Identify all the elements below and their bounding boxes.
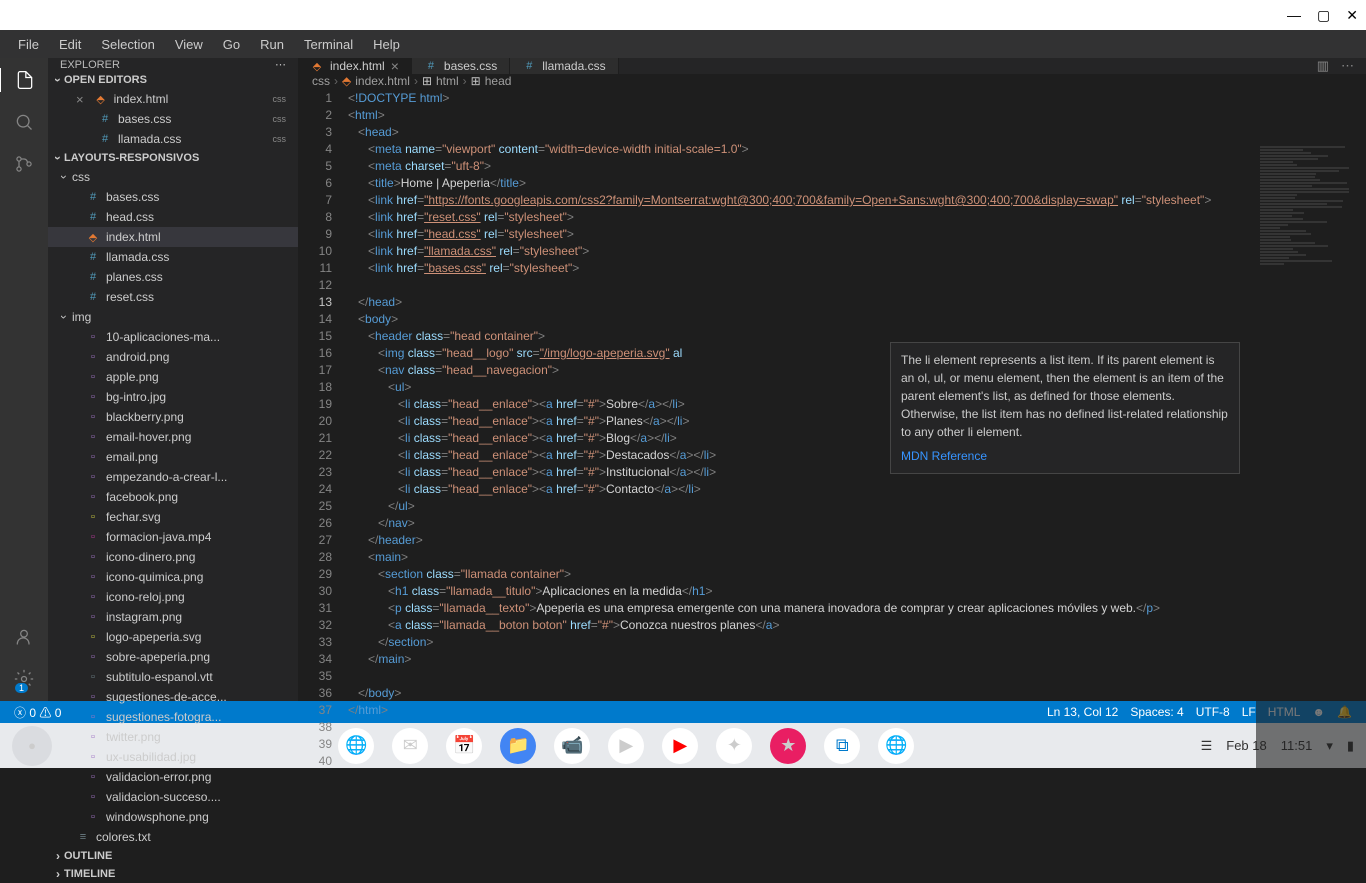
file-head-css[interactable]: #head.css — [48, 207, 298, 227]
hover-text: The li element represents a list item. I… — [901, 351, 1229, 441]
open-editor-bases[interactable]: #bases.csscss — [48, 109, 298, 129]
file-item[interactable]: ▫logo-apeperia.svg — [48, 627, 298, 647]
file-item[interactable]: ▫empezando-a-crear-l... — [48, 467, 298, 487]
folder-css[interactable]: css — [48, 167, 298, 187]
section-workspace[interactable]: LAYOUTS-RESPONSIVOS — [48, 149, 298, 167]
file-item[interactable]: ▫email-hover.png — [48, 427, 298, 447]
close-icon[interactable]: × — [72, 92, 88, 107]
menu-help[interactable]: Help — [363, 33, 410, 56]
titlebar: — ▢ ✕ — [0, 0, 1366, 30]
maximize-button[interactable]: ▢ — [1317, 7, 1330, 24]
section-outline[interactable]: OUTLINE — [48, 847, 298, 865]
menu-selection[interactable]: Selection — [91, 33, 164, 56]
breadcrumb[interactable]: css› ⬘index.html› ⊞html› ⊞head — [298, 74, 1366, 88]
tab-index-html[interactable]: ⬘index.html× — [298, 58, 412, 74]
sidebar: EXPLORER ⋯ OPEN EDITORS ×⬘index.htmlcss … — [48, 58, 298, 701]
open-editor-index[interactable]: ×⬘index.htmlcss — [48, 89, 298, 109]
mdn-reference-link[interactable]: MDN Reference — [901, 447, 1229, 465]
tabs: ⬘index.html× #bases.css #llamada.css ▥ ⋯ — [298, 58, 1366, 74]
file-item[interactable]: ▫subtitulo-espanol.vtt — [48, 667, 298, 687]
minimap[interactable] — [1256, 145, 1366, 770]
file-item[interactable]: ▫bg-intro.jpg — [48, 387, 298, 407]
file-item[interactable]: ▫icono-dinero.png — [48, 547, 298, 567]
tab-llamada-css[interactable]: #llamada.css — [510, 58, 618, 74]
menu-run[interactable]: Run — [250, 33, 294, 56]
file-item[interactable]: ▫ux-usabilidad.jpg — [48, 747, 298, 767]
menu-terminal[interactable]: Terminal — [294, 33, 363, 56]
settings-badge: 1 — [15, 683, 28, 693]
folder-img[interactable]: img — [48, 307, 298, 327]
close-icon[interactable]: × — [391, 58, 399, 74]
sidebar-title: EXPLORER — [60, 59, 120, 71]
file-item[interactable]: ▫validacion-error.png — [48, 767, 298, 787]
menu-go[interactable]: Go — [213, 33, 250, 56]
file-item[interactable]: ▫sugestiones-de-acce... — [48, 687, 298, 707]
file-item[interactable]: ▫apple.png — [48, 367, 298, 387]
explorer-icon[interactable] — [0, 68, 47, 92]
file-item[interactable]: ▫sobre-apeperia.png — [48, 647, 298, 667]
menubar: File Edit Selection View Go Run Terminal… — [0, 30, 1366, 58]
file-item[interactable]: ▫email.png — [48, 447, 298, 467]
file-item[interactable]: ▫formacion-java.mp4 — [48, 527, 298, 547]
file-bases-css[interactable]: #bases.css — [48, 187, 298, 207]
menu-edit[interactable]: Edit — [49, 33, 91, 56]
file-item[interactable]: ▫icono-reloj.png — [48, 587, 298, 607]
file-item[interactable]: ▫android.png — [48, 347, 298, 367]
menu-file[interactable]: File — [8, 33, 49, 56]
search-icon[interactable] — [12, 110, 36, 134]
file-item[interactable]: ▫fechar.svg — [48, 507, 298, 527]
file-item[interactable]: ▫windowsphone.png — [48, 807, 298, 827]
file-index-html[interactable]: ⬘index.html — [48, 227, 298, 247]
split-editor-icon[interactable]: ▥ — [1317, 58, 1329, 74]
file-item[interactable]: ▫sugestiones-fotogra... — [48, 707, 298, 727]
tab-bases-css[interactable]: #bases.css — [412, 58, 510, 74]
section-open-editors[interactable]: OPEN EDITORS — [48, 71, 298, 89]
sidebar-more-icon[interactable]: ⋯ — [275, 58, 286, 71]
accounts-icon[interactable] — [12, 625, 36, 649]
file-planes-css[interactable]: #planes.css — [48, 267, 298, 287]
hover-tooltip: The li element represents a list item. I… — [890, 342, 1240, 474]
file-item[interactable]: ▫facebook.png — [48, 487, 298, 507]
close-button[interactable]: ✕ — [1346, 7, 1358, 24]
more-actions-icon[interactable]: ⋯ — [1341, 58, 1354, 74]
minimize-button[interactable]: — — [1287, 7, 1301, 23]
menu-view[interactable]: View — [165, 33, 213, 56]
launcher-icon[interactable]: ● — [12, 726, 52, 766]
file-item[interactable]: ▫10-aplicaciones-ma... — [48, 327, 298, 347]
file-item[interactable]: ▫twitter.png — [48, 727, 298, 747]
activitybar: 1 — [0, 58, 48, 701]
source-control-icon[interactable] — [12, 152, 36, 176]
file-item[interactable]: ▫instagram.png — [48, 607, 298, 627]
editor: ⬘index.html× #bases.css #llamada.css ▥ ⋯… — [298, 58, 1366, 701]
status-errors[interactable]: ⓧ 0 ⚠ 0 — [8, 704, 67, 721]
file-llamada-css[interactable]: #llamada.css — [48, 247, 298, 267]
section-timeline[interactable]: TIMELINE — [48, 865, 298, 883]
sidebar-header: EXPLORER ⋯ — [48, 58, 298, 71]
file-item[interactable]: ▫validacion-succeso.... — [48, 787, 298, 807]
open-editor-llamada[interactable]: #llamada.csscss — [48, 129, 298, 149]
file-item[interactable]: ▫icono-quimica.png — [48, 567, 298, 587]
gutter: 1234567891011121314151617181920212223242… — [298, 88, 348, 770]
file-reset-css[interactable]: #reset.css — [48, 287, 298, 307]
file-colores[interactable]: ≡colores.txt — [48, 827, 298, 847]
file-item[interactable]: ▫blackberry.png — [48, 407, 298, 427]
settings-icon[interactable]: 1 — [12, 667, 36, 691]
